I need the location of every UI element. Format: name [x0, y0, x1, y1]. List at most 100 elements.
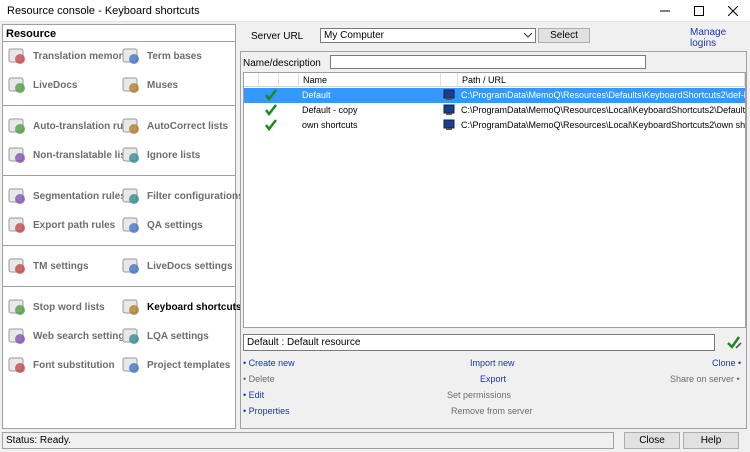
resource-item-label: Filter configurations [147, 190, 244, 202]
export-link[interactable]: Export [480, 374, 506, 384]
window-title: Resource console - Keyboard shortcuts [7, 5, 200, 17]
non-translatable-icon [8, 147, 25, 163]
resource-item-label: Project templates [147, 359, 231, 371]
server-url-value: My Computer [324, 30, 385, 41]
resource-item-label: LiveDocs settings [147, 260, 233, 272]
chevron-down-icon [524, 33, 532, 38]
select-server-button[interactable]: Select [538, 28, 590, 43]
font-icon [8, 357, 25, 373]
stop-word-icon [8, 299, 25, 315]
edit-description-button[interactable] [725, 334, 742, 351]
create-new-link[interactable]: Create new [243, 358, 295, 368]
resource-item-label: TM settings [33, 260, 89, 272]
table-row[interactable]: Default - copy C:\ProgramData\MemoQ\Resou… [244, 103, 745, 118]
description-field[interactable]: Default : Default resource [243, 334, 715, 351]
close-window-button[interactable] [716, 0, 750, 22]
row-name: Default - copy [302, 105, 358, 115]
name-description-filter[interactable] [330, 55, 646, 69]
table-row[interactable]: Default C:\ProgramData\MemoQ\Resources\De… [244, 88, 745, 103]
resources-table: Name Path / URL Default C:\ProgramData\Me… [243, 72, 746, 328]
resource-item-livedocs-settings[interactable]: LiveDocs settings [121, 255, 233, 277]
autocorrect-icon [122, 118, 139, 134]
auto-translation-icon [8, 118, 25, 134]
resource-item-lqa-settings[interactable]: LQA settings [121, 325, 209, 347]
ignore-lists-icon [122, 147, 139, 163]
close-button[interactable]: Close [624, 432, 680, 449]
row-path: C:\ProgramData\MemoQ\Resources\Defaults\… [461, 90, 745, 100]
web-search-icon [8, 328, 25, 344]
remove-from-server-link[interactable]: Remove from server [451, 406, 533, 416]
resource-item-filter-configurations[interactable]: Filter configurations [121, 185, 244, 207]
livedocs-settings-icon [122, 258, 139, 274]
resource-item-label: Non-translatable lists [33, 149, 135, 161]
help-button[interactable]: Help [683, 432, 739, 449]
resource-item-non-translatable-lists[interactable]: Non-translatable lists [7, 144, 135, 166]
properties-link[interactable]: Properties [243, 406, 290, 416]
resource-item-keyboard-shortcuts[interactable]: Keyboard shortcuts [121, 296, 241, 318]
edit-link[interactable]: Edit [243, 390, 265, 400]
resource-item-project-templates[interactable]: Project templates [121, 354, 230, 376]
resource-item-tm-settings[interactable]: TM settings [7, 255, 89, 277]
title-bar: Resource console - Keyboard shortcuts [0, 0, 750, 22]
project-templates-icon [122, 357, 139, 373]
resource-item-stop-word-lists[interactable]: Stop word lists [7, 296, 105, 318]
resource-item-label: Keyboard shortcuts [147, 301, 242, 313]
resource-item-label: Web search settings [33, 330, 131, 342]
lqa-icon [122, 328, 139, 344]
checkmark-icon [265, 89, 277, 102]
resource-item-label: AutoCorrect lists [147, 120, 229, 132]
muses-icon [122, 77, 139, 93]
resource-item-term-bases[interactable]: Term bases [121, 45, 202, 67]
tm-settings-icon [8, 258, 25, 274]
resource-item-label: Ignore lists [147, 149, 201, 161]
resource-item-export-path-rules[interactable]: Export path rules [7, 214, 115, 236]
resource-item-translation-memories[interactable]: Translation memories [7, 45, 136, 67]
resource-item-label: LiveDocs [33, 79, 78, 91]
maximize-icon [694, 6, 704, 16]
clone-link[interactable]: Clone • [712, 358, 741, 368]
column-header-path[interactable]: Path / URL [458, 73, 745, 87]
resource-item-qa-settings[interactable]: QA settings [121, 214, 203, 236]
term-bases-icon [122, 48, 139, 64]
checkmark-icon [265, 119, 277, 132]
resource-item-label: Term bases [147, 50, 202, 62]
divider [3, 286, 235, 287]
name-description-label: Name/description [243, 58, 321, 69]
resource-item-label: Muses [147, 79, 179, 91]
divider [3, 245, 235, 246]
delete-link[interactable]: Delete [243, 374, 275, 384]
import-new-link[interactable]: Import new [470, 358, 515, 368]
maximize-button[interactable] [682, 0, 716, 22]
qa-icon [122, 217, 139, 233]
resource-item-font-substitution[interactable]: Font substitution [7, 354, 115, 376]
local-computer-icon [443, 104, 455, 115]
resource-list-panel: Name/description Name Path / URL Default… [240, 51, 747, 429]
status-bar: Status: Ready. [2, 432, 614, 449]
resource-item-label: Export path rules [33, 219, 116, 231]
resource-item-segmentation-rules[interactable]: Segmentation rules [7, 185, 126, 207]
manage-logins-link[interactable]: Manage logins [690, 27, 750, 49]
server-url-label: Server URL [251, 31, 304, 42]
table-row[interactable]: own shortcuts C:\ProgramData\MemoQ\Resour… [244, 118, 745, 133]
column-header-name[interactable]: Name [299, 73, 441, 87]
resource-item-web-search-settings[interactable]: Web search settings [7, 325, 130, 347]
resource-item-ignore-lists[interactable]: Ignore lists [121, 144, 200, 166]
set-permissions-link[interactable]: Set permissions [447, 390, 511, 400]
resource-item-livedocs[interactable]: LiveDocs [7, 74, 77, 96]
local-computer-icon [443, 119, 455, 130]
minimize-button[interactable] [648, 0, 682, 22]
table-header: Name Path / URL [244, 73, 745, 87]
row-name: Default [302, 90, 331, 100]
resource-item-label: Stop word lists [33, 301, 105, 313]
server-url-dropdown[interactable]: My Computer [320, 28, 536, 43]
livedocs-icon [8, 77, 25, 93]
resource-header: Resource [6, 28, 57, 40]
resource-item-muses[interactable]: Muses [121, 74, 178, 96]
share-on-server-link[interactable]: Share on server • [670, 374, 740, 384]
resource-item-autocorrect-lists[interactable]: AutoCorrect lists [121, 115, 228, 137]
minimize-icon [660, 10, 670, 12]
close-icon [728, 6, 738, 16]
resource-item-auto-translation-rules[interactable]: Auto-translation rules [7, 115, 137, 137]
export-path-icon [8, 217, 25, 233]
keyboard-icon [122, 299, 139, 315]
